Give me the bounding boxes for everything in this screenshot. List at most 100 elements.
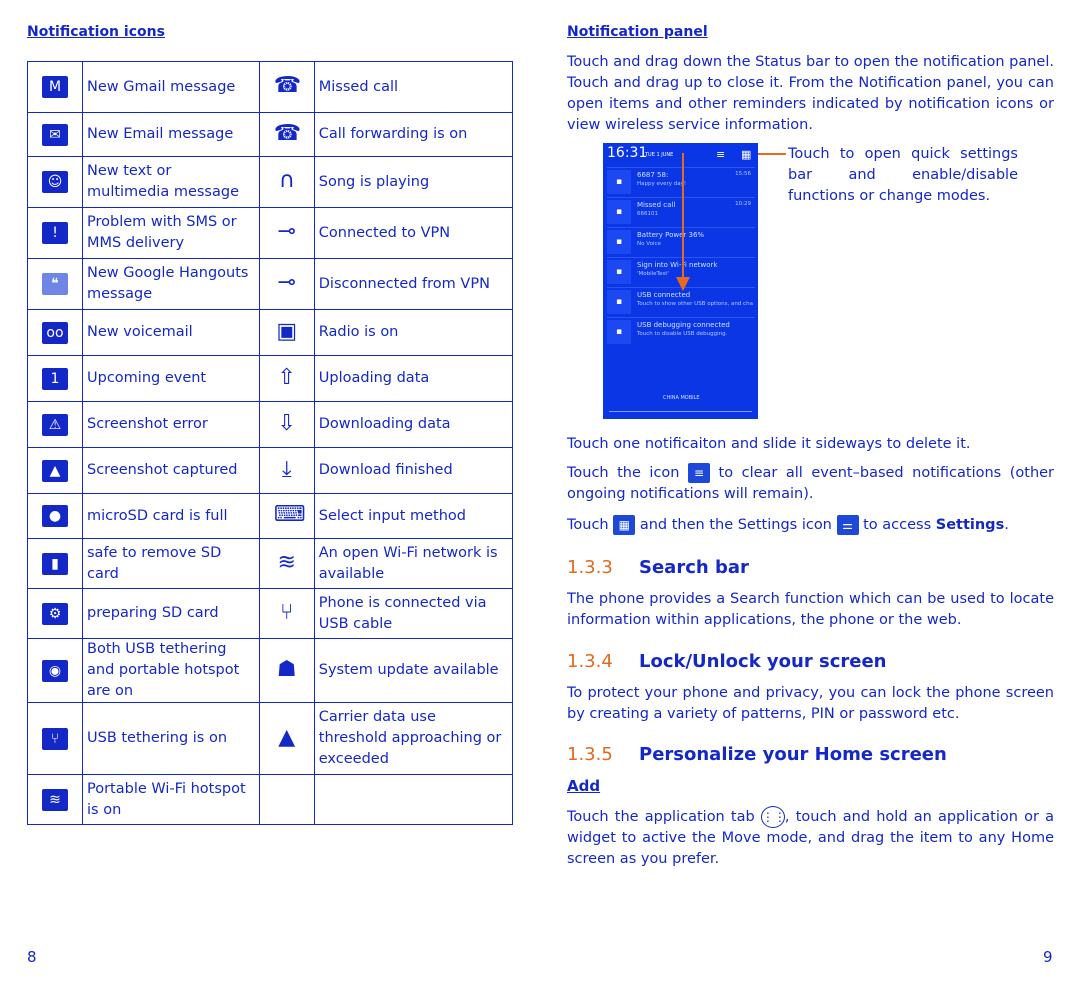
missed-call-icon: ☎	[273, 73, 302, 98]
description-cell: Uploading data	[313, 355, 514, 402]
headphones-icon: ∩	[278, 168, 295, 193]
quick-settings-icon: ▦	[613, 515, 636, 535]
notification-subtitle: No Voice	[637, 241, 661, 247]
table-row: ▲ Screenshot captured ⤓ Download finished	[27, 447, 514, 494]
notification-subtitle: Happy every day!	[637, 181, 687, 187]
description-cell: Select input method	[313, 493, 514, 539]
notification-icon: ▪	[607, 290, 631, 314]
gmail-icon: M	[42, 76, 68, 98]
calendar-icon: 1	[42, 367, 68, 390]
description-cell: System update available	[313, 638, 514, 703]
table-row: ☺ New text or multimedia message ∩ Song is …	[27, 156, 514, 208]
clear-text-a: Touch the icon	[567, 465, 680, 481]
download-finished-icon: ⤓	[281, 456, 292, 482]
table-row: ⚙ preparing SD card ⑂ Phone is connected vi…	[27, 588, 514, 639]
table-row: ⑂ USB tethering is on ▲ Carrier data use th…	[27, 702, 514, 775]
icon-cell: ≋	[27, 774, 83, 825]
page-number-left: 8	[27, 948, 37, 966]
icon-cell: !	[27, 207, 83, 259]
notification-title: Sign into Wi-Fi network	[637, 261, 718, 269]
drag-arrow	[682, 153, 684, 281]
radio-icon: ▣	[276, 318, 298, 344]
icon-cell: ❝	[27, 258, 83, 310]
description-cell: Screenshot captured	[82, 447, 260, 494]
description-cell: An open Wi-Fi network is available	[313, 538, 514, 589]
notification-title: Battery Power 36%	[637, 231, 705, 239]
keyboard-icon: ⌨	[273, 502, 306, 527]
table-row: M New Gmail message ☎ Missed call	[27, 61, 514, 113]
notification-title: 6687 58:	[637, 171, 669, 179]
android-update-icon: ☗	[276, 656, 297, 682]
notification-item[interactable]: ▪ 6687 58: Happy every day! 15:56	[607, 167, 755, 196]
notification-icon: ▪	[607, 170, 631, 194]
notification-panel-heading: Notification panel	[567, 24, 708, 40]
icon-cell: ⑂	[258, 588, 315, 639]
settings-text-c: to access	[863, 517, 932, 533]
clear-icon: ≡	[716, 148, 726, 161]
notification-item[interactable]: ▪ Battery Power 36% No Voice	[607, 227, 755, 256]
table-row: ✉ New Email message ☎ Call forwarding is on	[27, 112, 514, 157]
add-text-a: Touch the application tab	[567, 809, 755, 825]
description-cell: Connected to VPN	[313, 207, 514, 259]
usb-tether-icon: ⑂	[42, 727, 68, 750]
icon-cell: oo	[27, 309, 83, 356]
notification-title: USB connected	[637, 291, 691, 299]
clear-all-icon: ≡	[688, 463, 711, 483]
page-number-right: 9	[1043, 948, 1053, 966]
icon-cell: ▲	[27, 447, 83, 494]
notification-title: Missed call	[637, 201, 676, 209]
table-row: ! Problem with SMS or MMS delivery ⊸ Connec…	[27, 207, 514, 259]
notification-subtitle: 666101	[637, 211, 658, 217]
settings-icon: ⚌	[836, 515, 859, 535]
notification-icon: ▪	[607, 320, 631, 344]
notification-time: 10:29	[735, 201, 751, 207]
icon-cell: ▲	[258, 702, 315, 775]
add-heading: Add	[567, 777, 601, 795]
icon-cell: ☎	[258, 61, 315, 113]
callout-line	[758, 153, 786, 155]
sms-icon: ☺	[42, 171, 68, 193]
icon-cell: ⑂	[27, 702, 83, 775]
icon-cell: ≋	[258, 538, 315, 589]
section-1-3-5: 1.3.5 Personalize your Home screen	[567, 744, 947, 765]
notification-icon: ▪	[607, 200, 631, 224]
settings-text-a: Touch	[567, 517, 609, 533]
email-icon: ✉	[42, 123, 68, 146]
open-wifi-icon: ≋	[277, 549, 296, 575]
notification-subtitle: 'MobileTest'	[637, 271, 669, 277]
description-cell: Portable Wi-Fi hotspot is on	[82, 774, 260, 825]
description-cell: New Email message	[82, 112, 260, 157]
description-cell: Call forwarding is on	[313, 112, 514, 157]
notification-item[interactable]: ▪ USB connected Touch to show other USB op…	[607, 287, 755, 316]
table-row: ▮ safe to remove SD card ≋ An open Wi-Fi ne…	[27, 538, 514, 589]
notification-icons-heading: Notification icons	[27, 24, 165, 40]
upload-icon: ⇧	[277, 364, 296, 390]
description-cell: USB tethering is on	[82, 702, 260, 775]
icon-cell: ◉	[27, 638, 83, 703]
call-forwarding-icon: ☎	[273, 120, 302, 146]
table-row: ❝ New Google Hangouts message ⊸ Disconnecte…	[27, 258, 514, 310]
notification-panel-screenshot: 16:31 TUE 1 JUNE ≡ ▦ ▪ 6687 58: Happy ever…	[603, 143, 758, 419]
notification-time: 15:56	[735, 171, 751, 177]
icon-cell: ⤓	[258, 447, 315, 494]
description-cell: Downloading data	[313, 401, 514, 448]
icon-cell: ⌨	[258, 493, 315, 539]
description-cell: Both USB tethering and portable hotspot …	[82, 638, 260, 703]
screenshot-error-icon: ⚠	[42, 413, 68, 436]
sd-safe-icon: ▮	[42, 552, 68, 575]
description-cell: New Google Hangouts message	[82, 258, 260, 310]
icon-cell: ⇩	[258, 401, 315, 448]
description-cell: Missed call	[313, 61, 514, 113]
description-cell: New text or multimedia message	[82, 156, 260, 208]
vpn-key-light-icon: ⊸	[277, 219, 296, 244]
icon-cell: ⚠	[27, 401, 83, 448]
description-cell: Disconnected from VPN	[313, 258, 514, 310]
icon-cell: ⚙	[27, 588, 83, 639]
phone-date: TUE 1 JUNE	[645, 152, 674, 158]
notification-item[interactable]: ▪ USB debugging connected Touch to disable…	[607, 317, 755, 346]
usb-icon: ⑂	[280, 599, 294, 625]
icon-cell: ⊸	[258, 258, 315, 310]
notification-item[interactable]: ▪ Missed call 666101 10:29	[607, 197, 755, 226]
notification-subtitle: Touch to show other USB options, and cha	[637, 301, 753, 307]
phone-carrier: CHINA MOBILE	[663, 395, 700, 401]
